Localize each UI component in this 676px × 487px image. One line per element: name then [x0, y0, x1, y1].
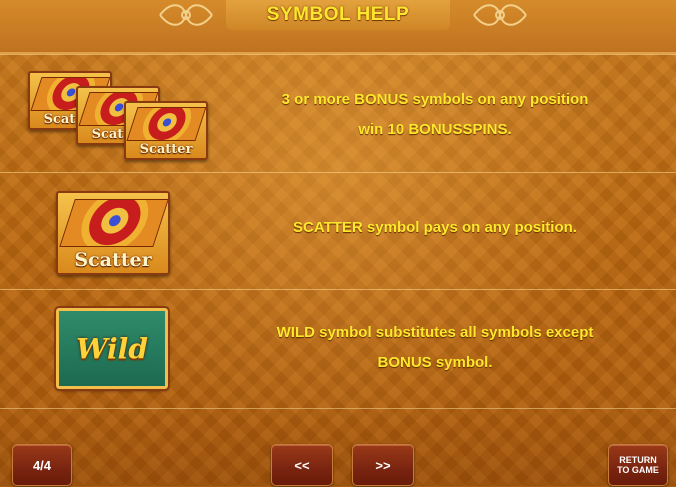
help-row-scatter: Scatter SCATTER symbol pays on any posit… [0, 172, 676, 290]
row-description: 3 or more BONUS symbols on any position … [215, 85, 655, 145]
help-row-wild: Wild WILD symbol substitutes all symbols… [0, 289, 676, 409]
description-line-1: SCATTER symbol pays on any position. [293, 219, 577, 236]
return-label-line-2: TO GAME [617, 465, 659, 475]
page-indicator: 4/4 [12, 444, 72, 486]
wild-symbol-icon: Wild [54, 306, 170, 391]
symbol-label: Scatter [139, 141, 193, 157]
title-plate: SYMBOL HELP [226, 0, 450, 30]
scatter-symbol-icon: Scatter [124, 101, 208, 160]
next-page-button[interactable]: >> [352, 444, 414, 486]
ornament-right-icon [473, 4, 527, 26]
symbol-label: Scatter [74, 249, 152, 272]
ornament-left-icon [159, 4, 213, 26]
description-line-2: BONUS symbol. [377, 354, 493, 371]
scatter-symbol-icon: Scatter [56, 191, 170, 275]
description-line-1: WILD symbol substitutes all symbols exce… [276, 324, 594, 341]
previous-page-button[interactable]: << [271, 444, 333, 486]
description-line-2: win 10 BONUSSPINS. [358, 121, 512, 138]
row-description: WILD symbol substitutes all symbols exce… [215, 318, 655, 378]
row-description: SCATTER symbol pays on any position. [215, 213, 655, 243]
description-line-1: 3 or more BONUS symbols on any position [281, 91, 589, 108]
help-row-bonus: Scatter Scatter Scatter 3 or more BONUS … [0, 54, 676, 173]
symbol-label: Wild [76, 332, 148, 365]
header-bar: SYMBOL HELP [0, 0, 676, 54]
return-label-line-1: RETURN [619, 455, 657, 465]
page-title: SYMBOL HELP [266, 4, 410, 25]
footer-bar [0, 408, 676, 487]
return-to-game-button[interactable]: RETURN TO GAME [608, 444, 668, 486]
